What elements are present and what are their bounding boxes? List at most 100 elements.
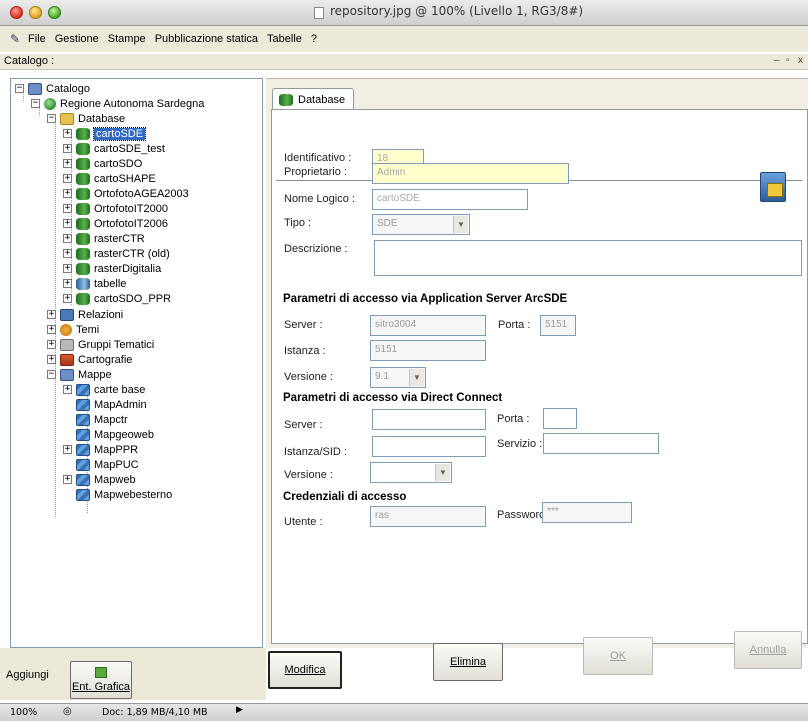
tree-node-database[interactable]: − Database [47,111,125,126]
password-field[interactable]: *** [542,502,632,523]
tree-node-region[interactable]: − Regione Autonoma Sardegna [31,96,204,111]
expand-icon[interactable]: + [63,174,72,183]
tree-node-db[interactable]: + cartoSDE [63,126,147,141]
chevron-down-icon[interactable]: ▼ [435,464,450,481]
tree-node-relazioni[interactable]: + Relazioni [47,307,123,322]
tree-node-db[interactable]: + OrtofotoAGEA2003 [63,186,189,201]
collapse-icon[interactable]: − [47,114,56,123]
expand-icon[interactable]: + [47,340,56,349]
collapse-icon[interactable]: − [47,370,56,379]
expand-icon[interactable]: + [63,204,72,213]
tree-node-db[interactable]: + tabelle [63,276,126,291]
status-arrow-icon[interactable]: ▶ [236,705,243,715]
expand-icon[interactable]: + [63,385,72,394]
database-properties-icon[interactable] [760,172,786,202]
tree-node-db[interactable]: + OrtofotoIT2006 [63,216,168,231]
menu-tabelle[interactable]: Tabelle [267,33,302,45]
expand-icon[interactable]: + [63,159,72,168]
window-title: repository.jpg @ 100% (Livello 1, RG3/8#… [330,4,584,18]
tree-node-map[interactable]: Mapwebesterno [63,487,172,502]
expand-icon[interactable]: + [63,294,72,303]
tree-node-map[interactable]: MapAdmin [63,397,147,412]
server-field[interactable]: sitro3004 [370,315,486,336]
annulla-button[interactable]: Annulla [734,631,802,669]
catalog-tree[interactable]: − Catalogo − Regione Autonoma Sardegna −… [10,78,263,648]
tree-node-gruppi[interactable]: + Gruppi Tematici [47,337,154,352]
expand-icon[interactable]: + [63,189,72,198]
tree-node-map[interactable]: + MapPPR [63,442,138,457]
menu-stampe[interactable]: Stampe [108,33,146,45]
expand-icon[interactable]: + [63,234,72,243]
tree-label: Temi [76,323,100,336]
istanza-field[interactable]: 5151 [370,340,486,361]
elimina-button[interactable]: Elimina [433,643,503,681]
menu-help[interactable]: ? [311,33,317,45]
dc-porta-field[interactable] [543,408,577,429]
tree-node-catalogo[interactable]: − Catalogo [15,81,90,96]
catalog-icon [28,82,42,95]
expand-icon[interactable]: + [63,144,72,153]
tree-node-db[interactable]: + rasterDigitalia [63,261,161,276]
tree-node-db[interactable]: + cartoSHAPE [63,171,156,186]
ent-grafica-label: Ent. Grafica [71,681,131,693]
tree-node-db[interactable]: + rasterCTR [63,231,145,246]
tree-node-temi[interactable]: + Temi [47,322,99,337]
expand-icon[interactable]: + [47,310,56,319]
status-info-icon[interactable]: ◎ [63,706,72,717]
chevron-down-icon[interactable]: ▼ [409,369,424,386]
expand-icon[interactable]: + [63,279,72,288]
tree-node-mappe[interactable]: − Mappe [47,367,112,382]
close-pane-icon[interactable]: x [798,55,803,66]
tree-node-db[interactable]: + rasterCTR (old) [63,246,170,261]
modifica-button[interactable]: Modifica [268,651,342,689]
zoom-window-icon[interactable] [48,6,61,19]
expand-icon[interactable]: + [63,264,72,273]
versione-select[interactable]: 9.1 ▼ [370,367,426,388]
chevron-down-icon[interactable]: ▼ [453,216,468,233]
tree-node-map[interactable]: Mapctr [63,412,128,427]
dc-servizio-field[interactable] [543,433,659,454]
tree-node-map[interactable]: Mapgeoweb [63,427,154,442]
dc-server-field[interactable] [372,409,486,430]
database-icon [76,187,90,200]
nome-logico-field[interactable]: cartoSDE [372,189,528,210]
minimize-pane-icon[interactable]: – [774,55,780,66]
ok-button[interactable]: OK [583,637,653,675]
tree-label: OrtofotoIT2000 [94,202,168,215]
porta-field[interactable]: 5151 [540,315,576,336]
minimize-window-icon[interactable] [29,6,42,19]
expand-icon[interactable]: + [47,325,56,334]
tree-node-db[interactable]: + cartoSDO_PPR [63,291,171,306]
tree-node-map[interactable]: MapPUC [63,457,139,472]
tree-label: rasterCTR (old) [94,247,170,260]
collapse-icon[interactable]: − [15,84,24,93]
tree-label: cartoSHAPE [94,172,156,185]
expand-icon[interactable]: + [63,249,72,258]
restore-pane-icon[interactable]: ▫ [786,55,790,66]
menu-gestione[interactable]: Gestione [55,33,99,45]
tree-node-db[interactable]: + cartoSDE_test [63,141,165,156]
expand-icon[interactable]: + [63,129,72,138]
tree-node-map[interactable]: + Mapweb [63,472,136,487]
dc-istanza-field[interactable] [372,436,486,457]
ent-grafica-button[interactable]: Ent. Grafica [70,661,132,699]
relations-icon [60,308,74,321]
tree-node-db[interactable]: + cartoSDO [63,156,142,171]
dc-versione-select[interactable]: ▼ [370,462,452,483]
tree-node-map[interactable]: + carte base [63,382,145,397]
close-window-icon[interactable] [10,6,23,19]
expand-icon[interactable]: + [47,355,56,364]
proprietario-field[interactable]: Admin [372,163,569,184]
tipo-select[interactable]: SDE ▼ [372,214,470,235]
expand-icon[interactable]: + [63,219,72,228]
tree-node-cartografie[interactable]: + Cartografie [47,352,132,367]
menu-pubblicazione-statica[interactable]: Pubblicazione statica [155,33,258,45]
expand-icon[interactable]: + [63,445,72,454]
tab-database[interactable]: Database [272,88,355,110]
menu-file[interactable]: File [28,33,46,45]
collapse-icon[interactable]: − [31,99,40,108]
descrizione-field[interactable] [374,240,802,276]
expand-icon[interactable]: + [63,475,72,484]
utente-field[interactable]: ras [370,506,486,527]
tree-node-db[interactable]: + OrtofotoIT2000 [63,201,168,216]
